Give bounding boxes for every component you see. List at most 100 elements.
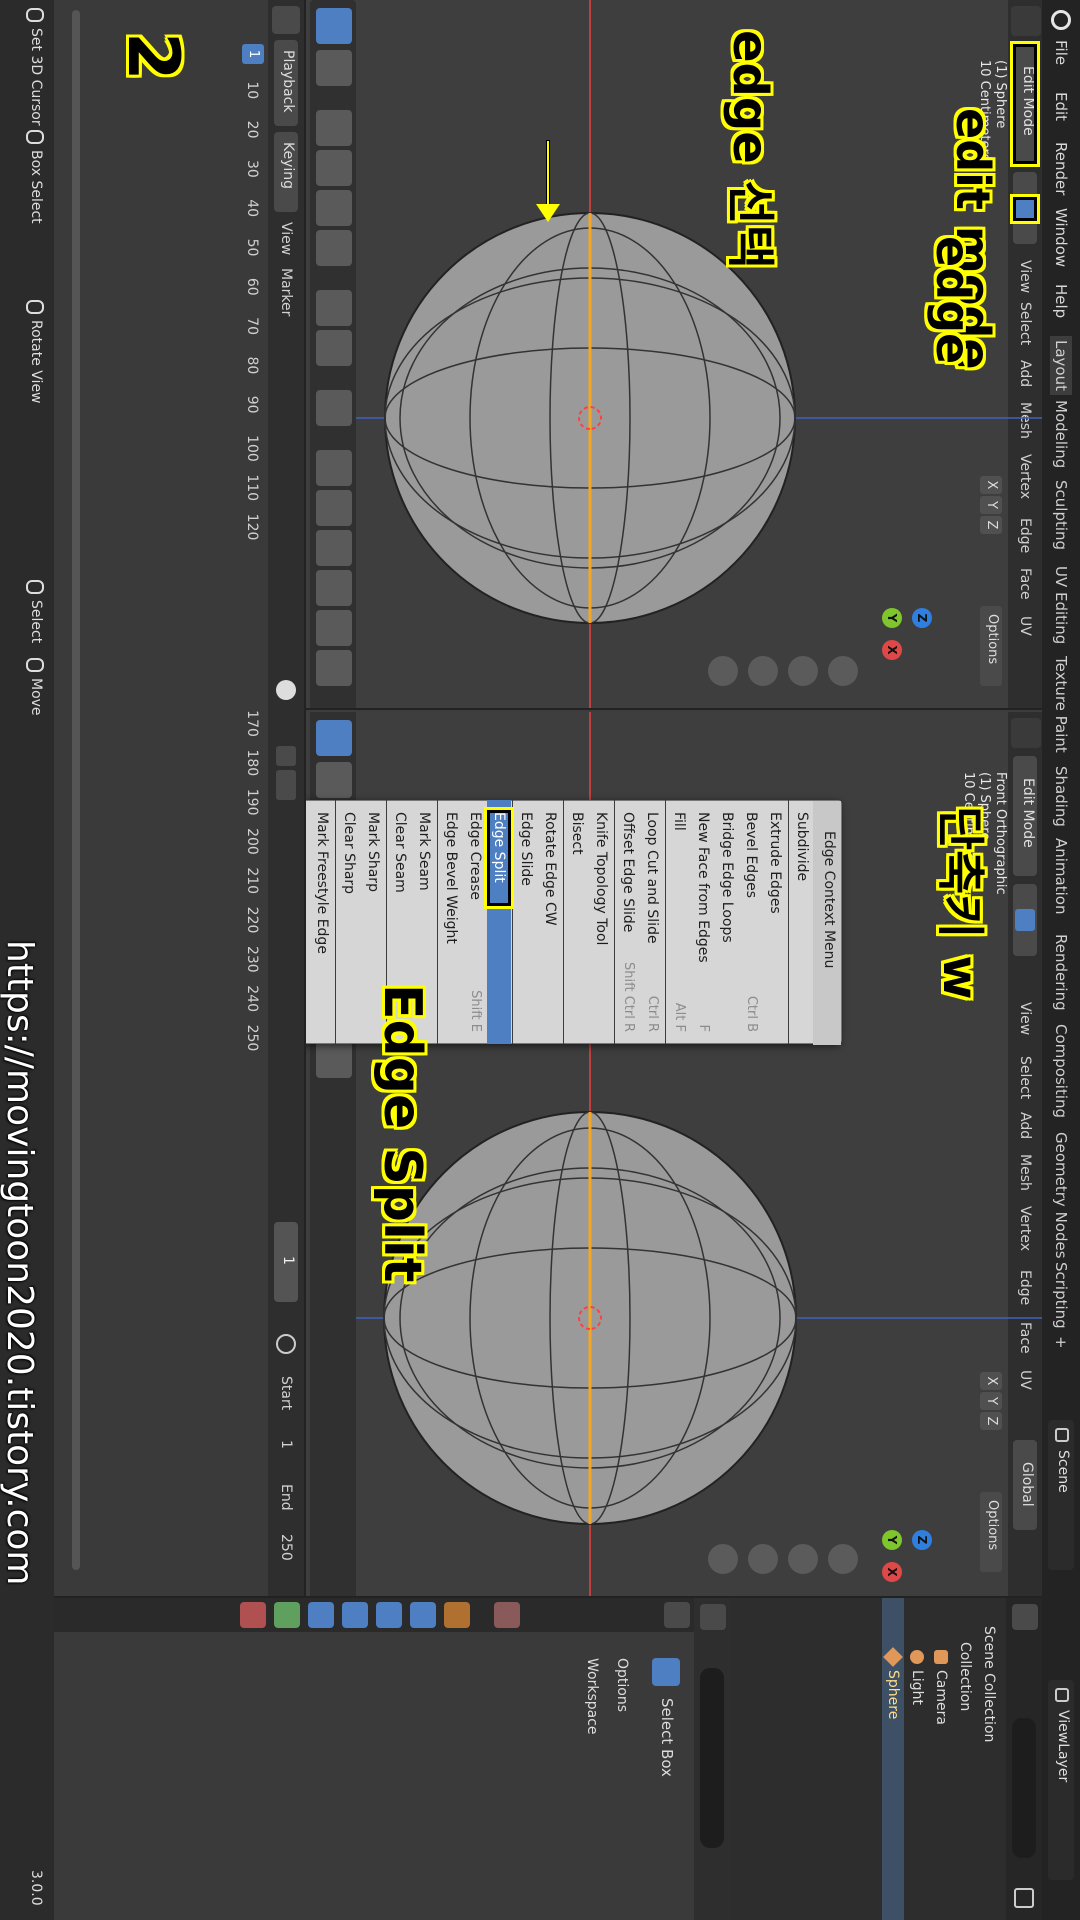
context-menu-item[interactable]: Rotate Edge CW [538, 800, 562, 1044]
start-value[interactable]: 1 [275, 1440, 297, 1449]
tab-uv-editing[interactable]: UV Editing [1050, 566, 1072, 644]
keying-dropdown[interactable]: Keying [274, 132, 298, 212]
timeline-menu-marker[interactable]: Marker [275, 268, 297, 316]
tab-geometry-nodes[interactable]: Geometry Nodes [1050, 1132, 1072, 1259]
tab-modeling[interactable]: Modeling [1050, 400, 1072, 468]
view-layer-name: ViewLayer [1055, 1710, 1071, 1783]
output-tab-icon[interactable] [596, 1602, 622, 1628]
preview-range-icon[interactable] [276, 1334, 296, 1354]
context-menu-item[interactable]: Offset Edge Slide Shift Ctrl R [616, 800, 640, 1044]
world-tab-icon[interactable] [494, 1602, 520, 1628]
status-set-cursor: Set 3D Cursor [28, 28, 44, 126]
jump-start-button[interactable] [276, 746, 296, 766]
particles-tab-icon[interactable] [376, 1602, 402, 1628]
timeline-tick-label: 70 [244, 317, 260, 335]
physics-tab-icon[interactable] [342, 1602, 368, 1628]
add-workspace-button[interactable]: + [1050, 1336, 1072, 1349]
outliner-filter-icon[interactable] [1014, 1888, 1034, 1908]
context-menu-item-label: Clear Seam [392, 812, 408, 893]
context-menu-item-label: Mark Freestyle Edge [314, 812, 330, 954]
timeline-tick-label: 100 [244, 435, 260, 462]
screen: File Edit Render Window Help Layout Mode… [0, 0, 1080, 1920]
tab-sculpting[interactable]: Sculpting [1050, 480, 1072, 550]
context-menu-item[interactable]: Edge Slide [514, 800, 538, 1044]
outliner-item-sphere[interactable]: Sphere [882, 1670, 904, 1719]
tool-tab-icon[interactable] [664, 1602, 690, 1628]
tab-compositing[interactable]: Compositing [1050, 1024, 1072, 1118]
outliner-item-camera[interactable]: Camera [930, 1670, 952, 1725]
context-menu-item[interactable]: Clear Sharp [337, 800, 361, 1044]
context-menu-item[interactable]: Fill Alt F [667, 800, 691, 1044]
context-menu-item[interactable]: New Face from Edges F [691, 800, 715, 1044]
outliner-item-light[interactable]: Light [906, 1670, 928, 1705]
object-tab-icon[interactable] [444, 1602, 470, 1628]
menu-help[interactable]: Help [1050, 284, 1072, 318]
render-tab-icon[interactable] [630, 1602, 656, 1628]
properties-tool-name: Select Box [658, 1698, 676, 1777]
outliner-scene-collection[interactable]: Scene Collection [978, 1626, 1000, 1742]
playback-dropdown[interactable]: Playback [274, 40, 298, 126]
outliner-search-input[interactable] [1012, 1718, 1036, 1858]
scene-selector[interactable]: Scene [1048, 1420, 1074, 1570]
current-frame-field[interactable]: 1 [274, 1222, 298, 1302]
data-tab-icon[interactable] [274, 1602, 300, 1628]
scene-tab-icon[interactable] [528, 1602, 554, 1628]
mouse-right-drag-icon [26, 658, 44, 672]
timeline-tick-label: 180 [244, 749, 260, 777]
context-menu-item-label: New Face from Edges [695, 812, 711, 963]
context-menu-item[interactable]: Bisect [565, 800, 589, 1044]
record-button[interactable] [276, 680, 296, 700]
context-menu-item-label: Fill [671, 812, 687, 831]
playback-controls[interactable] [276, 770, 296, 800]
end-value[interactable]: 250 [275, 1534, 297, 1561]
outliner-editor-icon[interactable] [1012, 1604, 1038, 1630]
context-menu-separator [665, 800, 666, 1044]
timeline-ruler[interactable]: 1102030405060708090100110120170180190200… [228, 0, 268, 1596]
menu-file[interactable]: File [1050, 40, 1072, 65]
tab-layout[interactable]: Layout [1050, 336, 1072, 395]
context-menu-item[interactable]: Knife Topology Tool [589, 800, 613, 1044]
menu-render[interactable]: Render [1050, 142, 1072, 195]
timeline-tick-label: 220 [244, 906, 260, 934]
tab-scripting[interactable]: Scripting [1050, 1262, 1072, 1329]
playhead[interactable]: 1 [242, 44, 264, 64]
status-version: 3.0.0 [28, 1870, 44, 1906]
timeline-editor-icon[interactable] [272, 6, 300, 34]
view-layer-selector[interactable]: ViewLayer [1048, 1680, 1074, 1880]
context-menu-item[interactable]: Subdivide [790, 800, 814, 1044]
end-label: End [278, 1484, 294, 1511]
tab-shading[interactable]: Shading [1050, 766, 1072, 827]
context-menu-item[interactable]: Loop Cut and Slide Ctrl R [640, 800, 664, 1044]
properties-editor-icon[interactable] [700, 1604, 726, 1630]
annotation-step-number: 2 [112, 32, 194, 81]
context-menu-item[interactable]: Bridge Edge Loops [715, 800, 739, 1044]
menu-edit[interactable]: Edit [1050, 92, 1072, 121]
modifier-tab-icon[interactable] [410, 1602, 436, 1628]
annotation-box-edit-mode [1012, 29, 1038, 179]
blender-logo-icon[interactable] [1051, 10, 1071, 30]
properties-workspace-section[interactable]: Workspace [584, 1658, 600, 1735]
mouse-drag-icon [26, 130, 44, 144]
timeline-menu-view[interactable]: View [275, 222, 297, 255]
context-menu-separator [437, 800, 438, 1044]
tab-animation[interactable]: Animation [1050, 838, 1072, 914]
context-menu-item[interactable]: Bevel Edges Ctrl B [739, 800, 763, 1044]
context-menu-item-label: Loop Cut and Slide [644, 812, 660, 944]
properties-options-section[interactable]: Options [614, 1658, 630, 1712]
tab-rendering[interactable]: Rendering [1050, 934, 1072, 1011]
tab-texture-paint[interactable]: Texture Paint [1050, 656, 1072, 753]
context-menu-item[interactable]: Mark Freestyle Edge [310, 800, 334, 1044]
context-menu-item-label: Edge Bevel Weight [443, 812, 459, 944]
menu-window[interactable]: Window [1050, 208, 1072, 267]
view-layer-tab-icon[interactable] [562, 1602, 588, 1628]
properties-search-input[interactable] [700, 1668, 724, 1848]
context-menu-item[interactable]: Edge Crease Shift E [463, 800, 487, 1044]
context-menu-item[interactable]: Extrude Edges [763, 800, 787, 1044]
outliner-collection[interactable]: Collection [954, 1642, 976, 1711]
timeline-scrollbar[interactable] [72, 10, 80, 1570]
material-tab-icon[interactable] [240, 1602, 266, 1628]
status-select: Select [28, 600, 44, 644]
context-menu-item[interactable]: Edge Bevel Weight [439, 800, 463, 1044]
constraints-tab-icon[interactable] [308, 1602, 334, 1628]
timeline-tick-label: 10 [244, 81, 260, 100]
